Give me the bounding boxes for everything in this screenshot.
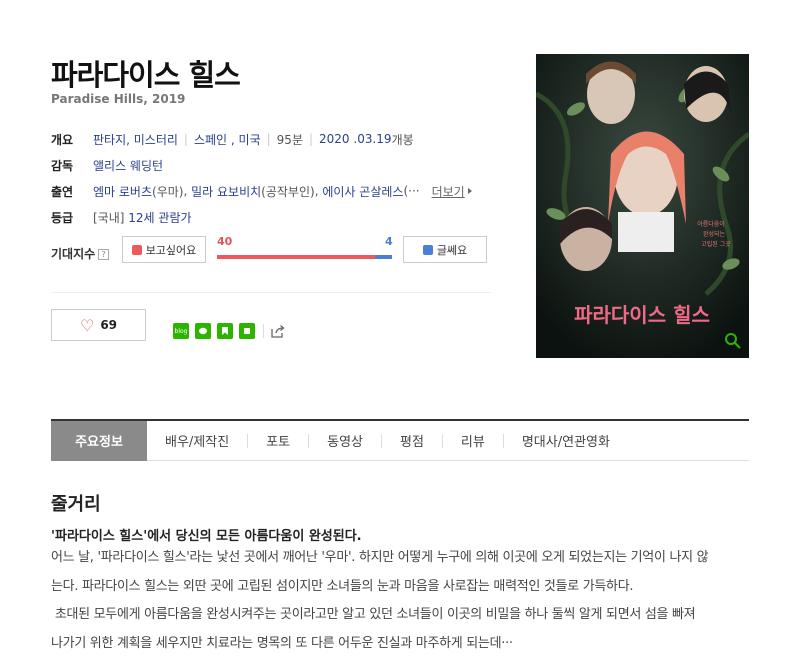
rating-row: 등급 [국내] 12세 관람가 xyxy=(51,204,491,230)
cast-role-3: (··· xyxy=(403,184,420,198)
poster-image: 아름다움이 완성되는 고립된 그곳 파라다이스 힐스 xyxy=(536,54,749,358)
synopsis-line: 어느 날, '파라다이스 힐스'라는 낯선 곳에서 깨어난 '우마'. 하지만 … xyxy=(51,550,709,565)
expectation-bar xyxy=(217,255,392,259)
divider xyxy=(51,292,491,293)
synopsis-line: 초대된 모두에게 아름다움을 완성시켜주는 곳이라고만 알고 있던 소녀들이 이… xyxy=(51,607,696,622)
tab-cast-crew[interactable]: 배우/제작진 xyxy=(147,421,247,461)
cast-role-1: (우마) xyxy=(152,184,184,199)
poster-tagline-3: 고립된 그곳 xyxy=(701,240,731,248)
release-suffix: 개봉 xyxy=(391,132,414,147)
tab-review[interactable]: 리뷰 xyxy=(443,421,503,461)
overview-label: 개요 xyxy=(51,132,74,147)
director-row: 감독 앨리스 웨딩턴 xyxy=(51,152,491,178)
share-icons: blog xyxy=(173,323,286,339)
separator: | xyxy=(308,132,314,146)
help-icon[interactable]: ? xyxy=(98,249,110,260)
like-button[interactable]: ♡ 69 xyxy=(51,309,146,341)
tab-main-info[interactable]: 주요정보 xyxy=(51,420,147,461)
synopsis-text: 어느 날, '파라다이스 힐스'라는 낯선 곳에서 깨어난 '우마'. 하지만 … xyxy=(51,544,751,658)
separator: | xyxy=(183,132,188,146)
rating-label: 등급 xyxy=(51,210,74,225)
country-link[interactable]: 스페인 , 미국 xyxy=(194,131,261,148)
rating-prefix: [국내] xyxy=(93,210,125,225)
synopsis-line: 나가기 위한 계획을 세우지만 치료라는 명목의 또 다른 어두운 진실과 마주… xyxy=(51,635,513,651)
movie-tabs: 주요정보 배우/제작진 포토 동영상 평점 리뷰 명대사/연관영화 xyxy=(51,420,749,461)
like-count: 40 xyxy=(217,235,233,248)
expectation-index: 기대지수? 보고싶어요 40 4 글쎄요 xyxy=(51,235,491,265)
runtime: 95분 xyxy=(276,132,303,147)
dislike-count: 4 xyxy=(385,235,393,248)
tab-photo[interactable]: 포토 xyxy=(248,421,308,461)
director-link[interactable]: 앨리스 웨딩턴 xyxy=(93,157,163,174)
cast-label: 출연 xyxy=(51,184,74,199)
blog-icon[interactable]: blog xyxy=(173,323,189,339)
like-button-count: 69 xyxy=(100,318,118,332)
movie-poster[interactable]: 아름다움이 완성되는 고립된 그곳 파라다이스 힐스 xyxy=(536,54,749,358)
release-date-link[interactable]: 2020 .03.19 xyxy=(319,132,392,146)
cast-row: 출연 엠마 로버츠 (우마), 밀라 요보비치 (공작부인), 에이사 곤살레스… xyxy=(51,178,491,204)
heart-icon: ♡ xyxy=(79,315,95,335)
expectation-label: 기대지수? xyxy=(51,245,110,262)
green-square-icon[interactable] xyxy=(239,323,255,339)
original-title: Paradise Hills, 2019 xyxy=(51,92,186,106)
thumbs-up-icon xyxy=(131,244,142,255)
share-icon[interactable] xyxy=(270,324,286,338)
separator: | xyxy=(266,132,271,146)
poster-title: 파라다이스 힐스 xyxy=(574,303,710,327)
synopsis-line: 는다. 파라다이스 힐스는 외딴 곳에 고립된 섬이지만 소녀들의 눈과 마음을… xyxy=(51,578,634,594)
separator xyxy=(263,324,264,338)
poster-tagline-1: 아름다움이 xyxy=(697,220,725,228)
director-label: 감독 xyxy=(51,158,74,173)
poster-tagline-2: 완성되는 xyxy=(703,230,726,238)
thumbs-down-icon xyxy=(422,244,433,255)
movie-info: 개요 판타지, 미스터리 | 스페인 , 미국 | 95분 | 2020 .03… xyxy=(51,126,491,230)
cast-link-2[interactable]: 밀라 요보비치 xyxy=(191,183,261,200)
cast-link-1[interactable]: 엠마 로버츠 xyxy=(93,183,152,200)
bookmark-icon[interactable] xyxy=(217,323,233,339)
not-sure-button[interactable]: 글쎄요 xyxy=(403,236,487,263)
synopsis-title: 줄거리 xyxy=(51,494,101,515)
overview-row: 개요 판타지, 미스터리 | 스페인 , 미국 | 95분 | 2020 .03… xyxy=(51,126,491,152)
want-to-see-button[interactable]: 보고싶어요 xyxy=(122,236,206,263)
cast-role-2: (공작부인) xyxy=(261,184,315,199)
tab-video[interactable]: 동영상 xyxy=(309,421,381,461)
tab-quotes-related[interactable]: 명대사/연관영화 xyxy=(504,421,628,461)
line-icon[interactable] xyxy=(195,323,211,339)
tab-rating[interactable]: 평점 xyxy=(382,421,442,461)
synopsis-lead: '파라다이스 힐스'에서 당신의 모든 아름다움이 완성된다. xyxy=(51,529,362,544)
page-title: 파라다이스 힐스 xyxy=(51,58,241,92)
more-cast-link[interactable]: 더보기 xyxy=(432,183,465,200)
genre-link[interactable]: 판타지, 미스터리 xyxy=(93,131,178,148)
chevron-right-icon xyxy=(467,188,472,194)
expectation-bar-like xyxy=(217,255,375,259)
cast-link-3[interactable]: 에이사 곤살레스 xyxy=(322,183,403,200)
rating-link[interactable]: 12세 관람가 xyxy=(128,209,191,226)
